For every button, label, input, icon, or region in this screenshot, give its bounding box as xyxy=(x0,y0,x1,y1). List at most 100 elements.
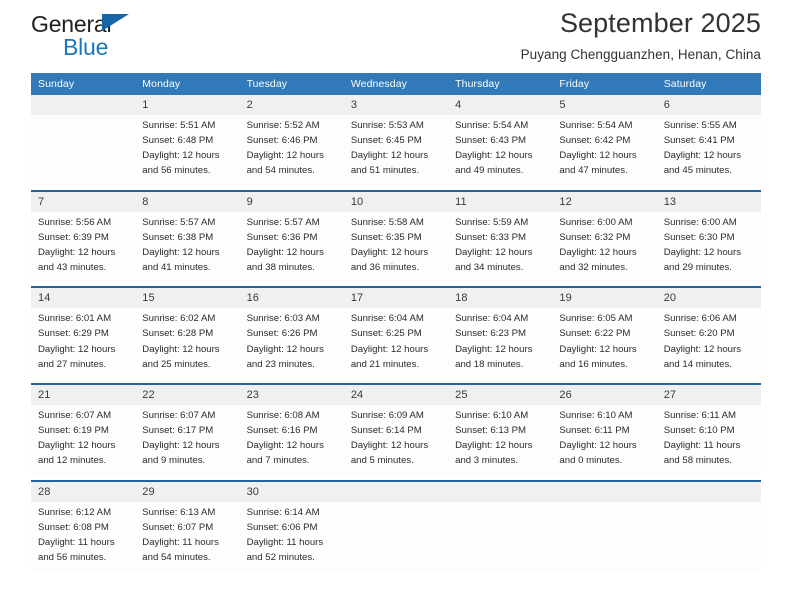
day-number[interactable]: 6 xyxy=(656,95,761,115)
day-number[interactable]: 10 xyxy=(343,191,449,212)
day-cell[interactable]: Sunrise: 5:52 AM Sunset: 6:46 PM Daylight:… xyxy=(239,115,344,185)
day-cell[interactable]: Sunrise: 5:56 AM Sunset: 6:39 PM Daylight:… xyxy=(31,211,136,282)
day-cell[interactable]: Sunrise: 6:00 AM Sunset: 6:32 PM Daylight:… xyxy=(552,211,657,282)
day-daylight-text: Daylight: 12 hours xyxy=(38,343,116,355)
day-sunrise-text: Sunrise: 6:04 AM xyxy=(350,313,424,325)
day-cell-empty xyxy=(552,501,657,572)
day-sunset-text: Sunset: 6:36 PM xyxy=(246,231,318,243)
day-sunset-text: Sunset: 6:25 PM xyxy=(350,328,422,340)
day-daylight-text: and 12 minutes. xyxy=(38,455,107,467)
day-cell[interactable]: Sunrise: 6:01 AM Sunset: 6:29 PM Daylight:… xyxy=(31,308,136,378)
day-sunset-text: Sunset: 6:35 PM xyxy=(350,231,422,243)
day-number[interactable]: 17 xyxy=(343,288,449,309)
day-daylight-text: and 0 minutes. xyxy=(559,455,623,467)
day-number[interactable]: 14 xyxy=(31,288,136,309)
day-number[interactable]: 5 xyxy=(552,95,657,115)
day-cell[interactable]: Sunrise: 6:07 AM Sunset: 6:19 PM Daylight:… xyxy=(31,404,136,475)
day-daylight-text: and 56 minutes. xyxy=(38,551,107,563)
day-cell[interactable]: Sunrise: 5:59 AM Sunset: 6:33 PM Daylight:… xyxy=(448,211,553,282)
day-number[interactable]: 22 xyxy=(135,384,240,405)
day-cell[interactable]: Sunrise: 5:57 AM Sunset: 6:36 PM Daylight:… xyxy=(239,211,344,282)
day-sunset-text: Sunset: 6:08 PM xyxy=(38,521,109,533)
day-number[interactable]: 15 xyxy=(135,288,240,309)
day-cell[interactable]: Sunrise: 6:03 AM Sunset: 6:26 PM Daylight:… xyxy=(239,308,344,378)
day-sunset-text: Sunset: 6:16 PM xyxy=(246,425,318,437)
day-sunrise-text: Sunrise: 6:10 AM xyxy=(455,409,529,421)
day-cell-empty xyxy=(656,501,761,572)
day-cell[interactable]: Sunrise: 6:07 AM Sunset: 6:17 PM Daylight:… xyxy=(135,404,240,475)
day-number[interactable]: 12 xyxy=(552,191,657,212)
day-number[interactable]: 24 xyxy=(343,384,449,405)
day-number[interactable]: 19 xyxy=(552,288,657,309)
day-sunrise-text: Sunrise: 5:57 AM xyxy=(246,216,320,228)
day-number[interactable]: 21 xyxy=(31,384,136,405)
day-sunset-text: Sunset: 6:13 PM xyxy=(455,425,527,437)
day-daylight-text: Daylight: 12 hours xyxy=(38,440,116,452)
day-cell[interactable]: Sunrise: 5:54 AM Sunset: 6:42 PM Daylight:… xyxy=(552,115,657,185)
weekday-header-tuesday: Tuesday xyxy=(239,73,344,95)
day-daylight-text: and 23 minutes. xyxy=(246,358,315,370)
day-sunrise-text: Sunrise: 5:55 AM xyxy=(663,120,737,131)
day-cell[interactable]: Sunrise: 6:06 AM Sunset: 6:20 PM Daylight:… xyxy=(656,308,761,378)
day-sunset-text: Sunset: 6:11 PM xyxy=(559,425,630,437)
day-sunrise-text: Sunrise: 6:01 AM xyxy=(38,313,112,325)
day-number[interactable]: 1 xyxy=(135,95,240,115)
day-sunset-text: Sunset: 6:32 PM xyxy=(559,231,631,243)
day-cell[interactable]: Sunrise: 5:57 AM Sunset: 6:38 PM Daylight:… xyxy=(135,211,240,282)
day-sunset-text: Sunset: 6:30 PM xyxy=(663,231,735,243)
day-sunset-text: Sunset: 6:20 PM xyxy=(663,328,735,340)
day-daylight-text: Daylight: 12 hours xyxy=(142,150,220,162)
day-daylight-text: and 9 minutes. xyxy=(142,455,206,467)
day-number[interactable]: 29 xyxy=(135,481,240,502)
day-daylight-text: and 27 minutes. xyxy=(38,358,107,370)
day-cell[interactable]: Sunrise: 6:02 AM Sunset: 6:28 PM Daylight:… xyxy=(135,308,240,378)
day-cell[interactable]: Sunrise: 6:04 AM Sunset: 6:23 PM Daylight:… xyxy=(448,308,553,378)
day-cell[interactable]: Sunrise: 6:05 AM Sunset: 6:22 PM Daylight:… xyxy=(552,308,657,378)
day-number[interactable]: 3 xyxy=(343,95,449,115)
day-cell[interactable]: Sunrise: 6:10 AM Sunset: 6:11 PM Daylight:… xyxy=(552,404,657,475)
day-number[interactable]: 26 xyxy=(552,384,657,405)
day-sunset-text: Sunset: 6:17 PM xyxy=(142,425,214,437)
day-sunrise-text: Sunrise: 6:03 AM xyxy=(246,313,320,325)
day-cell[interactable]: Sunrise: 5:55 AM Sunset: 6:41 PM Daylight:… xyxy=(656,115,761,185)
day-cell[interactable]: Sunrise: 6:08 AM Sunset: 6:16 PM Daylight:… xyxy=(239,404,344,475)
day-number[interactable]: 23 xyxy=(239,384,344,405)
day-cell[interactable]: Sunrise: 5:58 AM Sunset: 6:35 PM Daylight:… xyxy=(343,211,449,282)
day-cell[interactable]: Sunrise: 6:00 AM Sunset: 6:30 PM Daylight:… xyxy=(656,211,761,282)
day-daylight-text: and 29 minutes. xyxy=(663,262,732,274)
day-number[interactable]: 30 xyxy=(239,481,344,502)
day-number[interactable]: 13 xyxy=(656,191,761,212)
day-cell[interactable]: Sunrise: 5:51 AM Sunset: 6:48 PM Daylight:… xyxy=(135,115,240,185)
day-cell[interactable]: Sunrise: 5:53 AM Sunset: 6:45 PM Daylight:… xyxy=(343,115,449,185)
day-sunrise-text: Sunrise: 6:12 AM xyxy=(38,506,112,518)
day-cell[interactable]: Sunrise: 6:11 AM Sunset: 6:10 PM Daylight:… xyxy=(656,404,761,475)
page-title: September 2025 xyxy=(559,8,761,38)
logo-text-general: General xyxy=(31,11,112,37)
day-number[interactable]: 7 xyxy=(31,191,136,212)
day-number[interactable]: 28 xyxy=(31,481,136,502)
day-number[interactable]: 11 xyxy=(448,191,553,212)
day-cell[interactable]: Sunrise: 6:04 AM Sunset: 6:25 PM Daylight:… xyxy=(343,308,449,378)
logo-triangle-icon xyxy=(102,14,129,31)
day-number[interactable]: 20 xyxy=(656,288,761,309)
day-cell[interactable]: Sunrise: 6:09 AM Sunset: 6:14 PM Daylight:… xyxy=(343,404,449,475)
day-sunset-text: Sunset: 6:46 PM xyxy=(246,135,318,147)
day-number[interactable]: 2 xyxy=(239,95,344,115)
day-cell[interactable]: Sunrise: 6:12 AM Sunset: 6:08 PM Daylight:… xyxy=(31,501,136,572)
day-number[interactable]: 9 xyxy=(239,191,344,212)
day-number[interactable]: 4 xyxy=(448,95,553,115)
day-number[interactable]: 16 xyxy=(239,288,344,309)
day-number[interactable]: 27 xyxy=(656,384,761,405)
day-cell[interactable]: Sunrise: 6:13 AM Sunset: 6:07 PM Daylight:… xyxy=(135,501,240,572)
day-cell[interactable]: Sunrise: 6:14 AM Sunset: 6:06 PM Daylight:… xyxy=(239,501,344,572)
day-daylight-text: Daylight: 11 hours xyxy=(246,536,324,548)
day-number[interactable]: 25 xyxy=(448,384,553,405)
day-number[interactable]: 8 xyxy=(135,191,240,212)
day-sunset-text: Sunset: 6:22 PM xyxy=(559,328,631,340)
day-number[interactable]: 18 xyxy=(448,288,553,309)
general-blue-logo[interactable]: General Blue xyxy=(31,0,191,59)
day-cell[interactable]: Sunrise: 5:54 AM Sunset: 6:43 PM Daylight:… xyxy=(448,115,553,185)
day-daylight-text: and 38 minutes. xyxy=(246,262,315,274)
day-cell[interactable]: Sunrise: 6:10 AM Sunset: 6:13 PM Daylight:… xyxy=(448,404,553,475)
day-sunrise-text: Sunrise: 6:05 AM xyxy=(559,313,633,325)
